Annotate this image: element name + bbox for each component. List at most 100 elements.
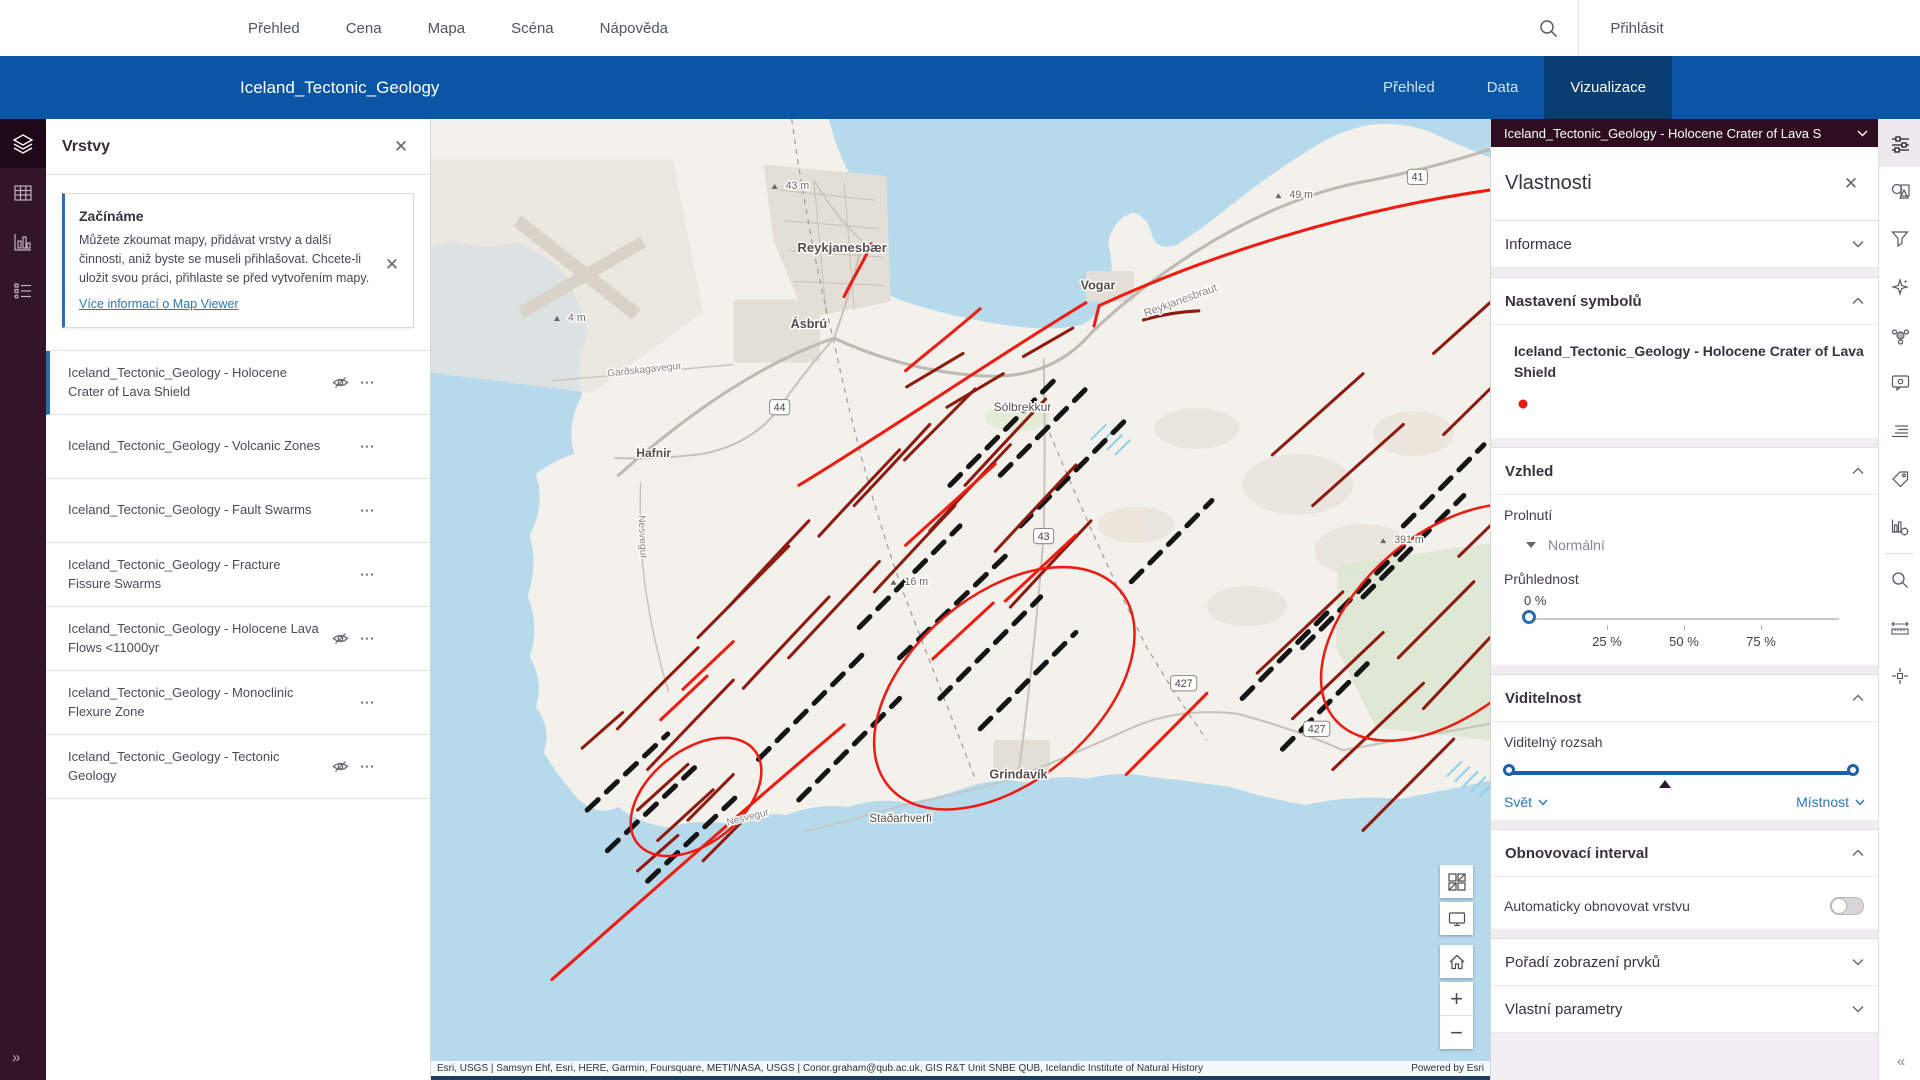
section-poradi-zobrazeni[interactable]: Pořadí zobrazení prvků bbox=[1491, 939, 1878, 986]
nav-cena[interactable]: Cena bbox=[346, 20, 382, 37]
filter-icon[interactable] bbox=[1879, 215, 1920, 263]
divider bbox=[1578, 0, 1579, 56]
tab-prehled[interactable]: Přehled bbox=[1357, 56, 1461, 119]
popups-icon[interactable] bbox=[1879, 359, 1920, 407]
basemap-icon[interactable] bbox=[1440, 865, 1473, 898]
layer-options-icon[interactable]: ●●● bbox=[354, 689, 382, 717]
slider-handle[interactable] bbox=[1522, 610, 1536, 624]
section-viditelnost[interactable]: Viditelnost bbox=[1491, 675, 1878, 722]
svg-text:Grindavík: Grindavík bbox=[989, 768, 1048, 782]
nav-prehled[interactable]: Přehled bbox=[248, 20, 300, 37]
labels-icon[interactable] bbox=[1879, 455, 1920, 503]
auto-refresh-toggle[interactable] bbox=[1830, 897, 1864, 915]
section-informace[interactable]: Informace bbox=[1491, 221, 1878, 268]
nav-napoveda[interactable]: Nápověda bbox=[600, 20, 668, 37]
nav-scena[interactable]: Scéna bbox=[511, 20, 554, 37]
layer-list-item[interactable]: Iceland_Tectonic_Geology - Monoclinic Fl… bbox=[46, 671, 430, 735]
styles-icon[interactable] bbox=[1879, 167, 1920, 215]
layer-options-icon[interactable]: ●●● bbox=[354, 561, 382, 589]
table-icon[interactable] bbox=[0, 168, 46, 217]
search-icon[interactable] bbox=[1534, 14, 1562, 42]
properties-icon[interactable] bbox=[1879, 119, 1920, 167]
layer-list-item[interactable]: Iceland_Tectonic_Geology - Fault Swarms ●… bbox=[46, 479, 430, 543]
nav-mapa[interactable]: Mapa bbox=[428, 20, 466, 37]
layer-list-item[interactable]: Iceland_Tectonic_Geology - Fracture Fiss… bbox=[46, 543, 430, 607]
svg-text:427: 427 bbox=[1175, 678, 1193, 690]
layer-list-item[interactable]: Iceland_Tectonic_Geology - Tectonic Geol… bbox=[46, 735, 430, 799]
symbol-layer-name: Iceland_Tectonic_Geology - Holocene Crat… bbox=[1514, 341, 1864, 383]
search-icon[interactable] bbox=[1879, 556, 1920, 604]
map-viewer-link[interactable]: Více informací o Map Viewer bbox=[79, 297, 239, 311]
layer-list-item[interactable]: Iceland_Tectonic_Geology - Holocene Crat… bbox=[46, 351, 430, 415]
tab-vizualizace[interactable]: Vizualizace bbox=[1544, 56, 1672, 119]
svg-text:Vogar: Vogar bbox=[1081, 278, 1116, 292]
attribution-text: Esri, USGS | Samsyn Ehf, Esri, HERE, Gar… bbox=[437, 1063, 1411, 1074]
section-nastaveni-symbolu[interactable]: Nastavení symbolů bbox=[1491, 278, 1878, 325]
layers-panel-title: Vrstvy bbox=[62, 138, 388, 156]
home-icon[interactable] bbox=[1440, 945, 1473, 978]
range-min-dropdown[interactable]: Svět bbox=[1504, 794, 1548, 810]
eye-icon-placeholder bbox=[326, 497, 354, 525]
svg-text:427: 427 bbox=[1308, 724, 1326, 736]
layer-options-icon[interactable]: ●●● bbox=[354, 625, 382, 653]
layer-name: Iceland_Tectonic_Geology - Fault Swarms bbox=[68, 501, 326, 520]
svg-text:Sólbrekkur: Sólbrekkur bbox=[994, 400, 1052, 414]
layer-options-icon[interactable]: ●●● bbox=[354, 497, 382, 525]
visible-range-slider: Svět Místnost bbox=[1491, 750, 1878, 820]
layer-selector-dropdown[interactable]: Iceland_Tectonic_Geology - Holocene Crat… bbox=[1491, 119, 1878, 147]
eye-icon-placeholder bbox=[326, 689, 354, 717]
blend-mode-dropdown[interactable]: Normální bbox=[1491, 523, 1878, 559]
transparency-label: Průhlednost bbox=[1491, 559, 1878, 587]
fields-icon[interactable] bbox=[1879, 407, 1920, 455]
eye-slash-icon[interactable] bbox=[326, 753, 354, 781]
zoom-in-button[interactable]: + bbox=[1440, 982, 1473, 1015]
layer-name: Iceland_Tectonic_Geology - Holocene Lava… bbox=[68, 620, 326, 658]
layer-options-icon[interactable]: ●●● bbox=[354, 369, 382, 397]
measure-icon[interactable] bbox=[1879, 604, 1920, 652]
left-toolbar: » bbox=[0, 119, 46, 1080]
slider-track[interactable] bbox=[1530, 618, 1839, 620]
layer-list-item[interactable]: Iceland_Tectonic_Geology - Holocene Lava… bbox=[46, 607, 430, 671]
range-track[interactable] bbox=[1512, 771, 1856, 775]
current-scale-marker bbox=[1659, 780, 1671, 788]
section-vzhled[interactable]: Vzhled bbox=[1491, 448, 1878, 495]
visible-range-label: Viditelný rozsah bbox=[1491, 722, 1878, 750]
eye-slash-icon[interactable] bbox=[326, 369, 354, 397]
svg-text:41: 41 bbox=[1412, 172, 1424, 184]
expand-panel-icon[interactable]: » bbox=[0, 1042, 46, 1072]
legend-icon[interactable] bbox=[0, 266, 46, 315]
section-vlastni-parametry[interactable]: Vlastní parametry bbox=[1491, 986, 1878, 1033]
aggregation-icon[interactable] bbox=[1879, 311, 1920, 359]
map-canvas[interactable]: ReykjanesbærÁsbrúVogarHafnirSólbrekkurGr… bbox=[431, 119, 1490, 1080]
close-icon[interactable]: ✕ bbox=[379, 252, 405, 278]
divider bbox=[1491, 268, 1878, 278]
layer-name: Iceland_Tectonic_Geology - Fracture Fiss… bbox=[68, 556, 326, 594]
layers-icon[interactable] bbox=[0, 119, 46, 168]
layer-list-item[interactable]: Iceland_Tectonic_Geology - Volcanic Zone… bbox=[46, 415, 430, 479]
charts-icon[interactable] bbox=[0, 217, 46, 266]
range-max-dropdown[interactable]: Místnost bbox=[1796, 794, 1865, 810]
layer-options-icon[interactable]: ●●● bbox=[354, 753, 382, 781]
close-icon[interactable]: ✕ bbox=[1838, 171, 1864, 197]
sign-in-button[interactable]: Přihlásit bbox=[1582, 0, 1692, 56]
symbol-editor[interactable]: Iceland_Tectonic_Geology - Holocene Crat… bbox=[1491, 325, 1878, 438]
svg-text:43 m: 43 m bbox=[786, 180, 810, 192]
layer-list: Iceland_Tectonic_Geology - Holocene Crat… bbox=[46, 350, 430, 799]
range-handle-min[interactable] bbox=[1503, 764, 1515, 776]
effects-icon[interactable] bbox=[1879, 263, 1920, 311]
eye-slash-icon[interactable] bbox=[326, 625, 354, 653]
layer-options-icon[interactable]: ●●● bbox=[354, 433, 382, 461]
screen-icon[interactable] bbox=[1440, 902, 1473, 935]
range-handle-max[interactable] bbox=[1847, 764, 1859, 776]
svg-text:16 m: 16 m bbox=[905, 576, 929, 588]
tab-data[interactable]: Data bbox=[1461, 56, 1545, 119]
divider bbox=[1491, 820, 1878, 830]
center-icon[interactable] bbox=[1879, 652, 1920, 700]
attribution-bar: Esri, USGS | Samsyn Ehf, Esri, HERE, Gar… bbox=[431, 1061, 1490, 1076]
charts-settings-icon[interactable] bbox=[1879, 503, 1920, 551]
zoom-out-button[interactable]: − bbox=[1440, 1016, 1473, 1049]
section-obnovovaci-interval[interactable]: Obnovovací interval bbox=[1491, 830, 1878, 877]
svg-text:44: 44 bbox=[774, 402, 786, 414]
close-icon[interactable]: ✕ bbox=[388, 134, 414, 160]
collapse-panel-icon[interactable]: « bbox=[1879, 1053, 1920, 1070]
